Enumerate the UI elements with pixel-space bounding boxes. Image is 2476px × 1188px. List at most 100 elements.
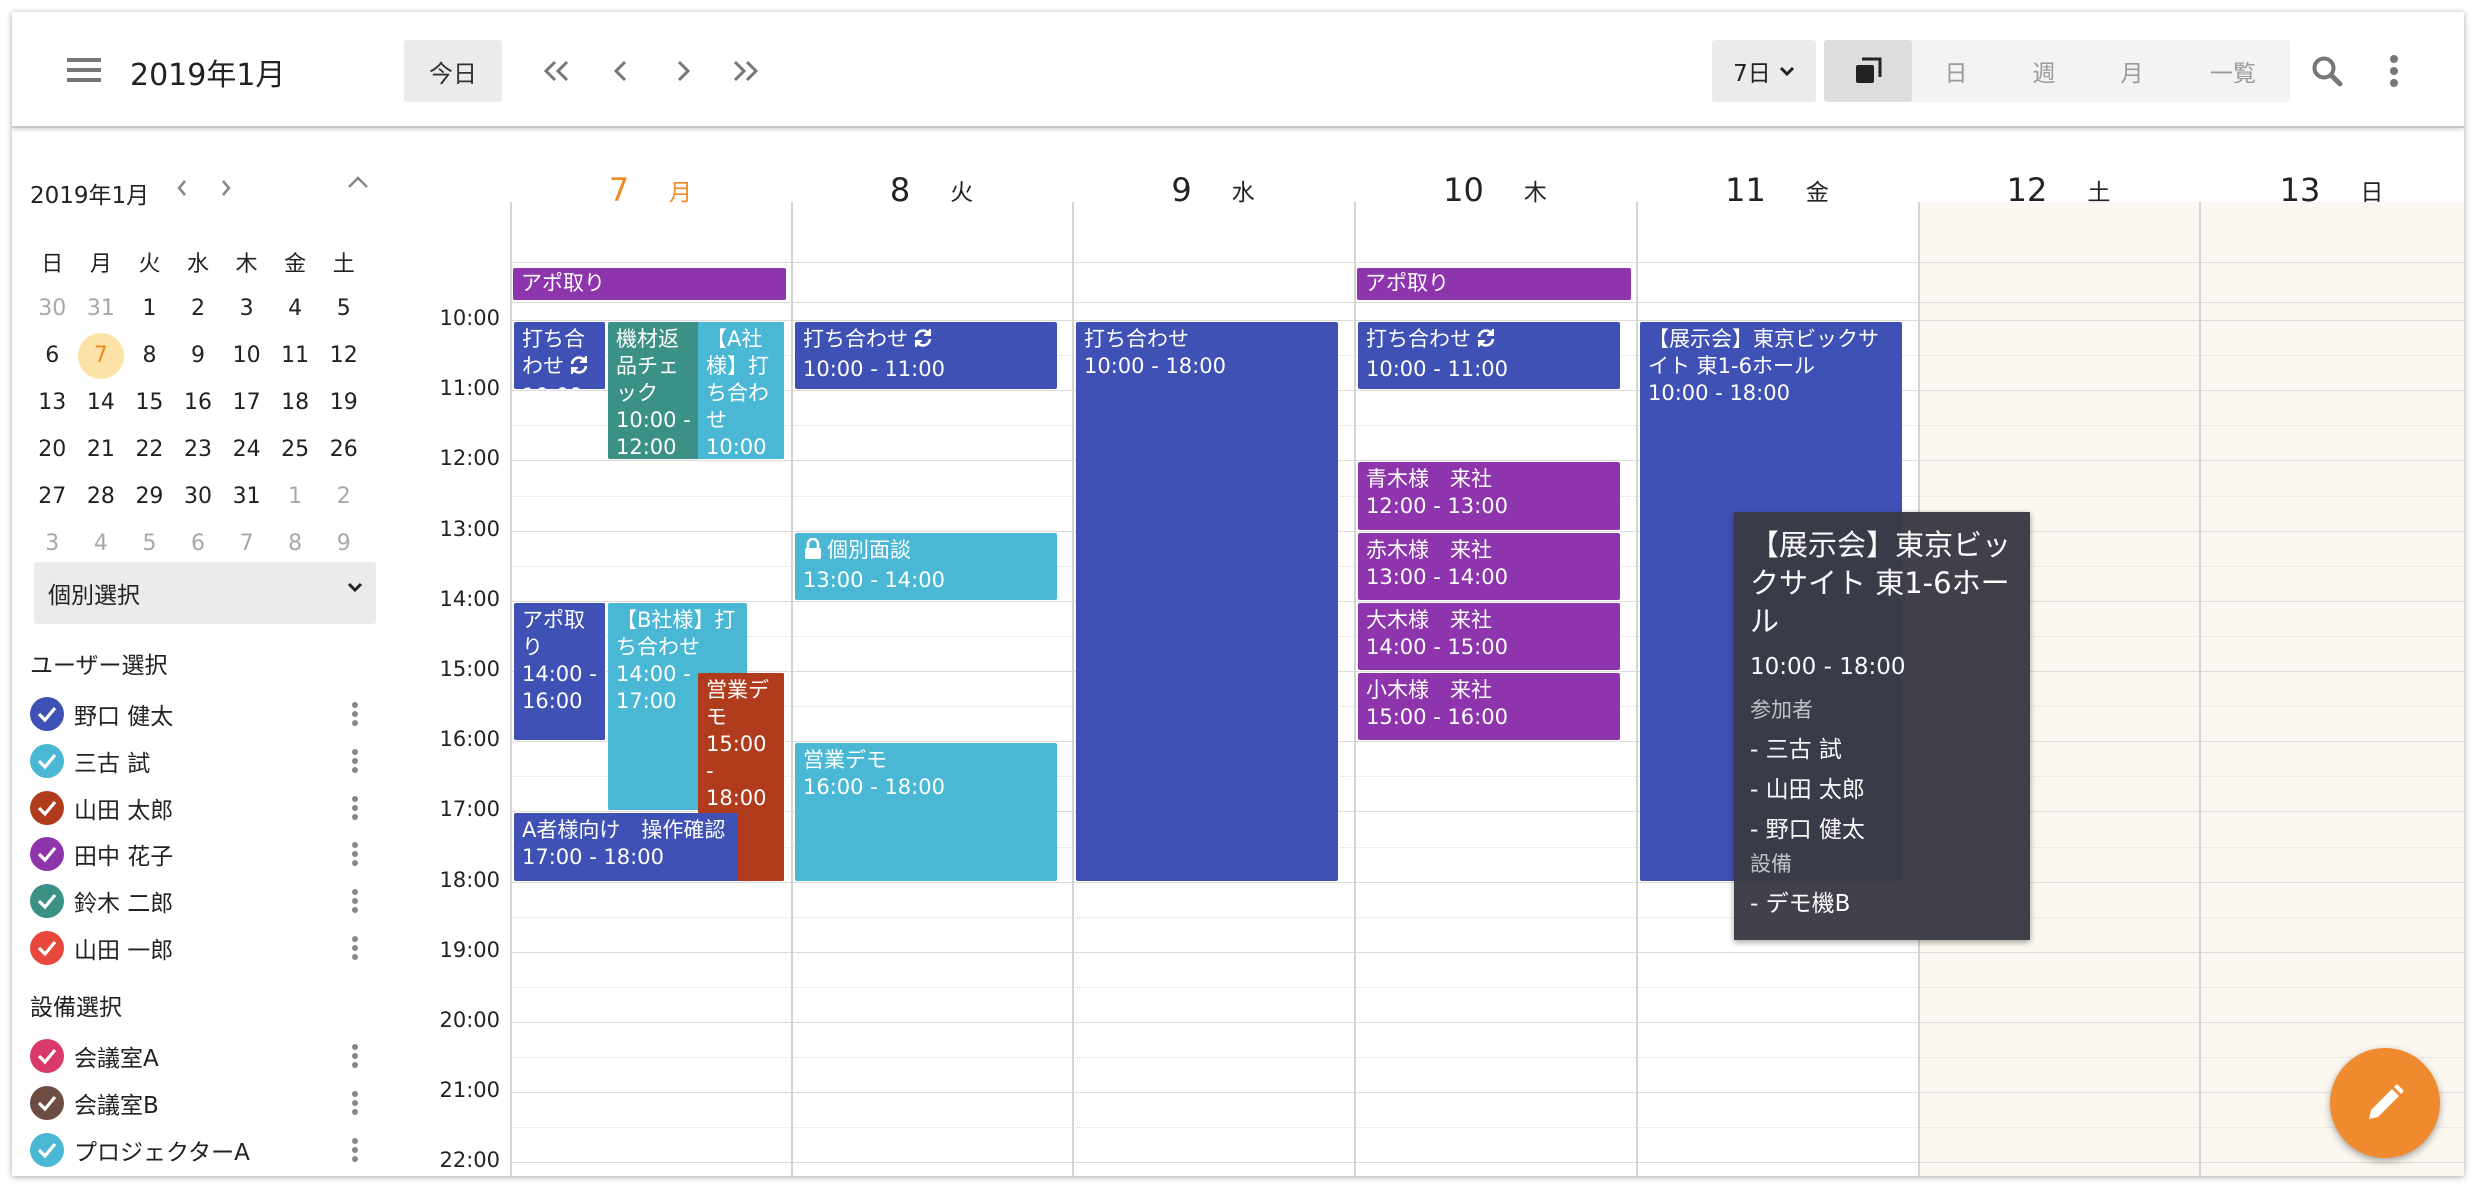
view-list-button[interactable]: 一覧	[2176, 40, 2290, 102]
user-row[interactable]: 田中 花子	[30, 831, 370, 877]
range-select[interactable]: 7日	[1712, 40, 1816, 102]
collapse-icon[interactable]	[340, 164, 376, 200]
mini-day[interactable]: 5	[125, 531, 174, 556]
checked-circle-icon[interactable]	[30, 1132, 64, 1167]
mini-day[interactable]: 27	[28, 484, 77, 509]
mini-day[interactable]: 3	[222, 296, 271, 321]
mini-day[interactable]: 11	[271, 343, 320, 368]
mini-day[interactable]: 2	[319, 484, 368, 509]
calendar-event[interactable]: 大木様 来社 14:00 - 15:00	[1358, 602, 1620, 670]
mini-day[interactable]: 31	[222, 484, 271, 509]
calendar-event[interactable]: アポ取り 14:00 - 16:00	[514, 602, 606, 741]
mini-day[interactable]: 21	[77, 437, 126, 462]
mini-day[interactable]: 1	[125, 296, 174, 321]
mini-day[interactable]: 13	[28, 390, 77, 415]
mini-day[interactable]: 31	[77, 296, 126, 321]
mini-day[interactable]: 8	[271, 531, 320, 556]
calendar-event[interactable]: A者様向け 操作確認 17:00 - 18:00	[514, 813, 738, 881]
allday-event[interactable]: アポ取り	[513, 268, 786, 300]
checked-circle-icon[interactable]	[30, 931, 64, 965]
more-vert-icon[interactable]	[340, 884, 370, 918]
calendar-event[interactable]: 打ち合わせ10:00 - 11:00	[514, 322, 606, 390]
mini-day[interactable]: 16	[174, 390, 223, 415]
day-header-today[interactable]: 7月	[510, 162, 791, 218]
calendar-event[interactable]: 【A社様】打ち合わせ 10:00 - 12:00	[698, 322, 785, 460]
more-vert-icon[interactable]	[340, 697, 370, 731]
individual-select[interactable]: 個別選択	[34, 562, 376, 624]
view-day-button[interactable]: 日	[1912, 40, 2000, 102]
more-vert-icon[interactable]	[340, 791, 370, 825]
search-icon[interactable]	[2302, 46, 2352, 96]
mini-day[interactable]: 1	[271, 484, 320, 509]
mini-day[interactable]: 19	[319, 390, 368, 415]
user-row[interactable]: 山田 太郎	[30, 785, 370, 831]
mini-day[interactable]: 9	[319, 531, 368, 556]
double-chevron-right-icon[interactable]	[720, 46, 770, 96]
mini-day[interactable]: 20	[28, 437, 77, 462]
mini-day[interactable]: 6	[28, 343, 77, 368]
today-button[interactable]: 今日	[404, 40, 502, 102]
mini-day[interactable]: 17	[222, 390, 271, 415]
mini-day[interactable]: 14	[77, 390, 126, 415]
view-custom-button[interactable]	[1824, 40, 1912, 102]
mini-day[interactable]: 25	[271, 437, 320, 462]
mini-day[interactable]: 30	[28, 296, 77, 321]
more-vert-icon[interactable]	[340, 1133, 370, 1167]
more-vert-icon[interactable]	[340, 837, 370, 871]
calendar-event[interactable]: 打ち合わせ 10:00 - 18:00	[1076, 322, 1338, 881]
allday-event[interactable]: アポ取り	[1357, 268, 1631, 300]
mini-day[interactable]: 18	[271, 390, 320, 415]
day-header[interactable]: 8火	[791, 162, 1072, 218]
mini-day[interactable]: 5	[319, 296, 368, 321]
mini-day[interactable]: 23	[174, 437, 223, 462]
mini-day[interactable]: 3	[28, 531, 77, 556]
create-event-button[interactable]	[2330, 1048, 2440, 1158]
more-vert-icon[interactable]	[340, 1086, 370, 1120]
user-row[interactable]: 山田 一郎	[30, 925, 370, 971]
calendar-event[interactable]: 小木様 来社 15:00 - 16:00	[1358, 673, 1620, 741]
mini-day[interactable]: 12	[319, 343, 368, 368]
day-header[interactable]: 12 土	[1918, 162, 2199, 218]
mini-day[interactable]: 24	[222, 437, 271, 462]
checked-circle-icon[interactable]	[30, 1085, 64, 1120]
day-header[interactable]: 13 日	[2199, 162, 2464, 218]
more-vert-icon[interactable]	[2374, 46, 2414, 96]
view-month-button[interactable]: 月	[2088, 40, 2176, 102]
view-week-button[interactable]: 週	[2000, 40, 2088, 102]
mini-day[interactable]: 10	[222, 343, 271, 368]
user-row[interactable]: 鈴木 二郎	[30, 878, 370, 924]
menu-icon[interactable]	[56, 42, 112, 98]
mini-day[interactable]: 4	[77, 531, 126, 556]
day-header[interactable]: 10 木	[1354, 162, 1636, 218]
mini-day[interactable]: 30	[174, 484, 223, 509]
double-chevron-left-icon[interactable]	[532, 46, 582, 96]
checked-circle-icon[interactable]	[30, 697, 64, 731]
mini-next-month-icon[interactable]	[208, 170, 244, 206]
mini-day[interactable]: 15	[125, 390, 174, 415]
checked-circle-icon[interactable]	[30, 884, 64, 919]
mini-day[interactable]: 2	[174, 296, 223, 321]
mini-day-today[interactable]: 7	[77, 332, 126, 379]
chevron-left-icon[interactable]	[596, 46, 646, 96]
day-header[interactable]: 11 金	[1636, 162, 1918, 218]
mini-day[interactable]: 29	[125, 484, 174, 509]
mini-day[interactable]: 4	[271, 296, 320, 321]
checked-circle-icon[interactable]	[30, 790, 64, 825]
calendar-event[interactable]: 打ち合わせ10:00 - 11:00	[795, 322, 1057, 390]
mini-day[interactable]: 7	[222, 531, 271, 556]
mini-day[interactable]: 9	[174, 343, 223, 368]
equipment-row[interactable]: プロジェクターA	[30, 1127, 370, 1173]
mini-day[interactable]: 6	[174, 531, 223, 556]
more-vert-icon[interactable]	[340, 744, 370, 778]
calendar-event[interactable]: 個別面談 13:00 - 14:00	[795, 532, 1057, 600]
chevron-right-icon[interactable]	[658, 46, 708, 96]
mini-day[interactable]: 26	[319, 437, 368, 462]
checked-circle-icon[interactable]	[30, 1039, 64, 1073]
calendar-event[interactable]: 赤木様 来社 13:00 - 14:00	[1358, 532, 1620, 600]
mini-day[interactable]: 8	[125, 343, 174, 368]
calendar-event[interactable]: 営業デモ 16:00 - 18:00	[795, 743, 1057, 881]
mini-day[interactable]: 28	[77, 484, 126, 509]
checked-circle-icon[interactable]	[30, 743, 64, 778]
day-header[interactable]: 9水	[1072, 162, 1354, 218]
user-row[interactable]: 野口 健太	[30, 691, 370, 737]
